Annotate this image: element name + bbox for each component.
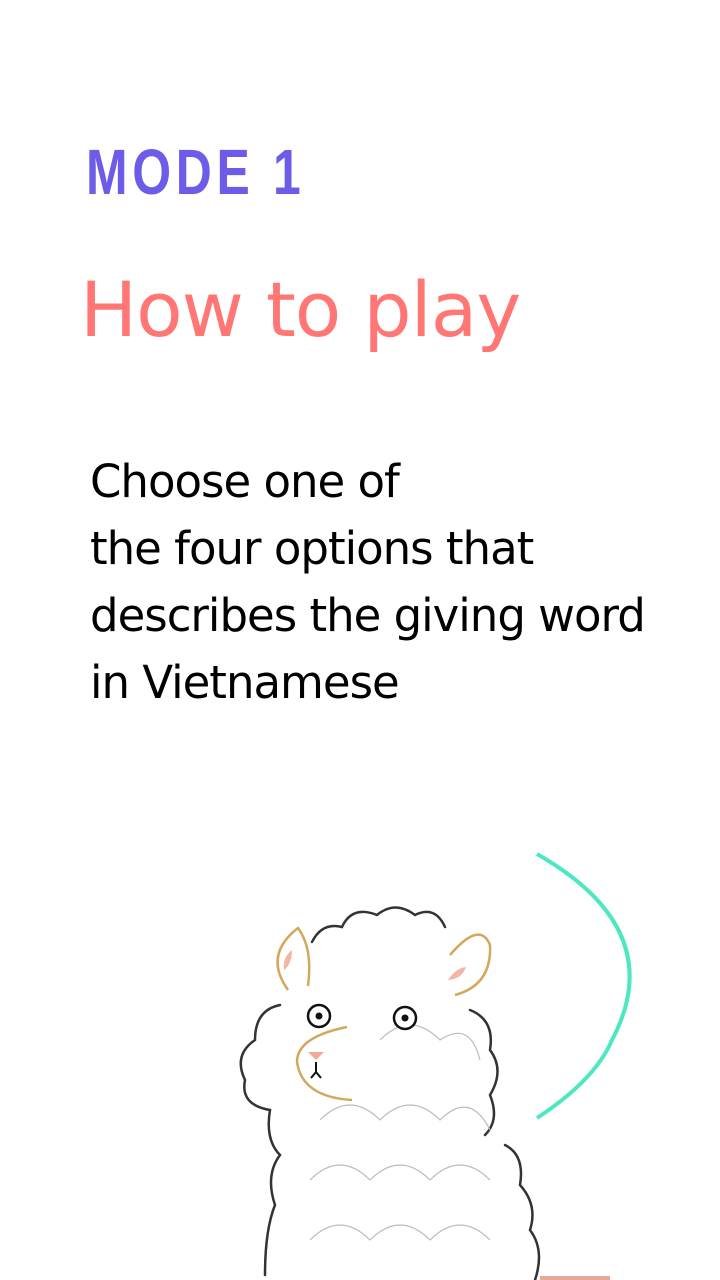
decorative-arc <box>535 852 632 1120</box>
instruction-line: Choose one of <box>90 455 400 508</box>
instruction-line: describes the giving word <box>90 589 646 642</box>
instructions-text: Choose one of the four options that desc… <box>90 448 710 716</box>
instruction-line: in Vietnamese <box>90 656 400 709</box>
sheep-illustration-icon <box>239 852 632 1280</box>
mode-label: MODE 1 <box>86 136 306 208</box>
page-title: How to play <box>80 265 521 354</box>
instruction-line: the four options that <box>90 522 534 575</box>
